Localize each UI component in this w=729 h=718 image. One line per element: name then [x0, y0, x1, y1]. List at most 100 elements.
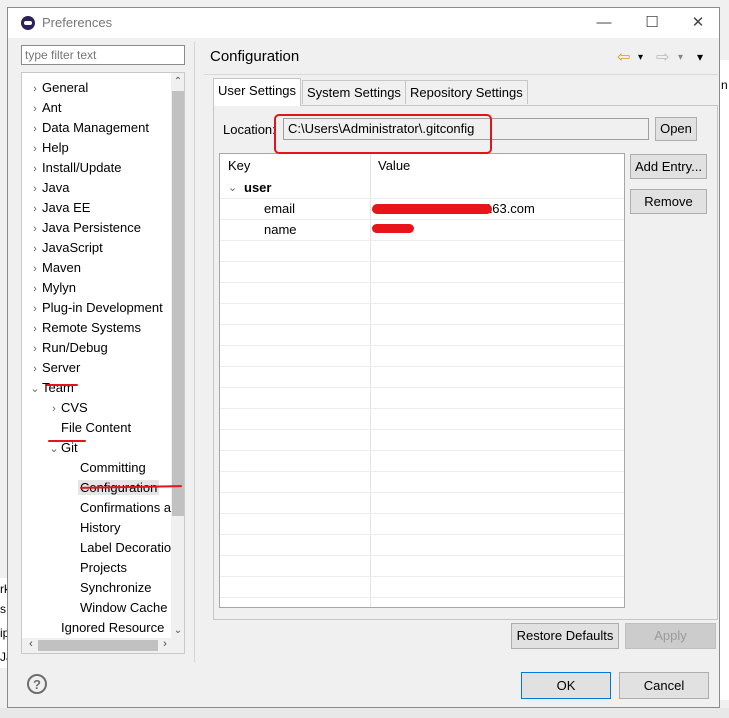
empty-table-row: [220, 556, 624, 577]
tree-item[interactable]: › Install/Update: [28, 158, 122, 179]
maximize-button[interactable]: ☐: [630, 11, 674, 35]
git-underline-annotation: [48, 440, 86, 442]
tree-item[interactable]: › Java Persistence: [28, 218, 141, 238]
row-key: name: [264, 222, 297, 237]
remove-button[interactable]: Remove: [630, 189, 707, 214]
tree-item-label: Data Management: [42, 120, 149, 135]
tree-item[interactable]: History: [66, 518, 120, 538]
tree-item-label: Confirmations a: [80, 500, 172, 515]
email-redaction: [372, 204, 492, 214]
column-header-key[interactable]: Key: [220, 154, 250, 178]
tree-item[interactable]: › Ant: [28, 98, 61, 119]
empty-table-row: [220, 535, 624, 556]
chevron-down-icon[interactable]: ⌄: [28, 379, 42, 399]
forward-dropdown-icon[interactable]: ▾: [678, 52, 683, 63]
chevron-right-icon[interactable]: ›: [47, 399, 61, 419]
preference-tree: › General › Ant › Data Management › Help › Instal…: [21, 72, 185, 654]
empty-table-row: [220, 598, 624, 607]
chevron-right-icon[interactable]: ›: [28, 219, 42, 239]
chevron-right-icon[interactable]: ›: [28, 319, 42, 339]
chevron-right-icon[interactable]: ›: [28, 299, 42, 319]
view-menu-icon[interactable]: ▾: [697, 50, 703, 64]
help-icon[interactable]: ?: [27, 674, 47, 694]
tree-item[interactable]: › Mylyn: [28, 278, 76, 298]
preferences-dialog: Preferences — ☐ ✕ ›General›Ant›Data Mana…: [7, 7, 720, 708]
tree-item[interactable]: › Data Management: [28, 118, 149, 138]
empty-table-row: [220, 325, 624, 346]
scrollbar-thumb[interactable]: [172, 91, 184, 516]
chevron-right-icon[interactable]: ›: [28, 99, 42, 119]
tree-item[interactable]: Label Decoratio: [66, 538, 171, 558]
tree-item[interactable]: Ignored Resource: [47, 618, 164, 638]
minimize-button[interactable]: —: [582, 11, 626, 35]
chevron-right-icon[interactable]: ›: [28, 159, 42, 179]
tree-item[interactable]: › Java EE: [28, 198, 90, 218]
tree-item[interactable]: File Content: [47, 418, 131, 438]
chevron-right-icon[interactable]: ›: [28, 239, 42, 259]
tree-horizontal-scrollbar[interactable]: ‹ ›: [22, 638, 184, 653]
restore-defaults-button[interactable]: Restore Defaults: [511, 623, 619, 649]
tree-vertical-scrollbar[interactable]: ⌃ ⌄: [171, 73, 184, 638]
filter-input[interactable]: [21, 45, 185, 65]
back-dropdown-icon[interactable]: ▾: [638, 52, 643, 63]
tree-item[interactable]: › CVS: [47, 398, 88, 418]
open-button[interactable]: Open: [655, 117, 697, 141]
config-table: Key Value ⌄ user email 163.com name: [219, 153, 625, 608]
chevron-right-icon[interactable]: ›: [28, 199, 42, 219]
apply-button[interactable]: Apply: [625, 623, 716, 649]
cancel-button[interactable]: Cancel: [619, 672, 709, 699]
tree-item[interactable]: Committing: [66, 458, 146, 478]
tree-item[interactable]: › Run/Debug: [28, 338, 108, 358]
tab-repository-settings[interactable]: Repository Settings: [405, 80, 528, 104]
scroll-right-arrow-icon[interactable]: ›: [158, 638, 172, 650]
column-header-value[interactable]: Value: [370, 154, 410, 178]
chevron-right-icon[interactable]: ›: [28, 179, 42, 199]
eclipse-app-icon: [21, 16, 35, 30]
tree-item[interactable]: Confirmations a: [66, 498, 171, 518]
chevron-right-icon[interactable]: ›: [28, 279, 42, 299]
table-row[interactable]: name: [220, 220, 624, 241]
ok-button[interactable]: OK: [521, 672, 611, 699]
scroll-down-arrow-icon[interactable]: ⌄: [171, 625, 184, 636]
chevron-right-icon[interactable]: ›: [28, 79, 42, 99]
tree-item-label: General: [42, 80, 89, 95]
chevron-right-icon[interactable]: ›: [28, 259, 42, 279]
add-entry-button[interactable]: Add Entry...: [630, 154, 707, 179]
tree-item[interactable]: › Maven: [28, 258, 81, 278]
tree-item-label: Install/Update: [42, 160, 122, 175]
tree-item[interactable]: › JavaScript: [28, 238, 103, 258]
tree-item[interactable]: Synchronize: [66, 578, 152, 598]
tab-system-settings[interactable]: System Settings: [302, 80, 406, 104]
tree-item-label: Remote Systems: [42, 320, 141, 335]
row-value: 163.com: [485, 201, 535, 216]
tab-user-settings[interactable]: User Settings: [213, 78, 302, 106]
tree-item-label: Projects: [80, 560, 127, 575]
team-underline-annotation: [46, 384, 78, 386]
title-separator: [204, 74, 718, 75]
tree-item[interactable]: › General: [28, 78, 88, 98]
table-row-section[interactable]: ⌄ user: [220, 178, 624, 199]
chevron-right-icon[interactable]: ›: [28, 359, 42, 379]
chevron-down-icon[interactable]: ⌄: [47, 439, 61, 459]
empty-table-row: [220, 262, 624, 283]
tree-item[interactable]: › Remote Systems: [28, 318, 141, 338]
chevron-right-icon[interactable]: ›: [28, 139, 42, 159]
tree-item[interactable]: › Plug-in Development: [28, 298, 163, 318]
chevron-down-icon[interactable]: ⌄: [228, 178, 237, 198]
tree-item-label: Plug-in Development: [42, 300, 163, 315]
chevron-right-icon[interactable]: ›: [28, 119, 42, 139]
h-scrollbar-thumb[interactable]: [38, 640, 158, 651]
back-arrow-icon[interactable]: ⇦: [617, 47, 630, 67]
pane-divider[interactable]: [194, 42, 195, 662]
close-button[interactable]: ✕: [676, 11, 720, 35]
tree-item[interactable]: Window Cache: [66, 598, 167, 618]
tree-item[interactable]: › Server: [28, 358, 80, 378]
tree-item[interactable]: ⌄ Team: [28, 378, 73, 399]
tree-item[interactable]: › Help: [28, 138, 69, 158]
tree-item[interactable]: › Java: [28, 178, 69, 198]
chevron-right-icon[interactable]: ›: [28, 339, 42, 359]
forward-arrow-icon[interactable]: ⇨: [656, 47, 669, 67]
tree-item[interactable]: Projects: [66, 558, 127, 578]
scroll-left-arrow-icon[interactable]: ‹: [24, 638, 38, 650]
scroll-up-arrow-icon[interactable]: ⌃: [171, 76, 184, 87]
